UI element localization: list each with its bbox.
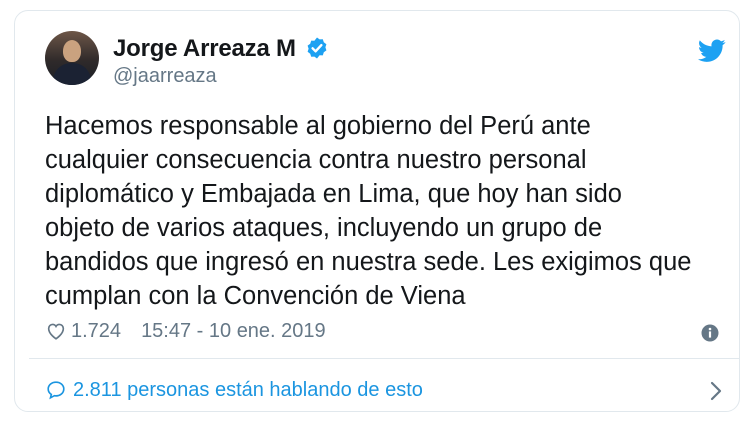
divider bbox=[29, 358, 739, 359]
tweet-timestamp[interactable]: 15:47 - 10 ene. 2019 bbox=[141, 320, 326, 343]
reply-bubble-icon bbox=[47, 381, 65, 400]
conversation-link[interactable]: 2.811 personas están hablando de esto bbox=[45, 377, 725, 403]
author-display-name[interactable]: Jorge Arreaza M bbox=[113, 35, 296, 63]
twitter-bird-icon[interactable] bbox=[698, 39, 726, 63]
author-avatar[interactable] bbox=[45, 31, 99, 85]
tweet-card: Jorge Arreaza M @jaarreaza Hacemos respo… bbox=[14, 10, 740, 412]
like-heart-icon[interactable] bbox=[45, 320, 67, 342]
tweet-text: Hacemos responsable al gobierno del Perú… bbox=[45, 112, 692, 310]
chevron-right-icon[interactable] bbox=[707, 381, 725, 401]
tweet-meta: 1.724 15:47 - 10 ene. 2019 bbox=[45, 318, 326, 344]
conversation-label: 2.811 personas están hablando de esto bbox=[73, 378, 423, 401]
info-icon[interactable] bbox=[701, 324, 719, 342]
verified-badge-icon bbox=[307, 37, 327, 59]
author-handle[interactable]: @jaarreaza bbox=[113, 65, 217, 88]
like-count[interactable]: 1.724 bbox=[71, 320, 121, 343]
